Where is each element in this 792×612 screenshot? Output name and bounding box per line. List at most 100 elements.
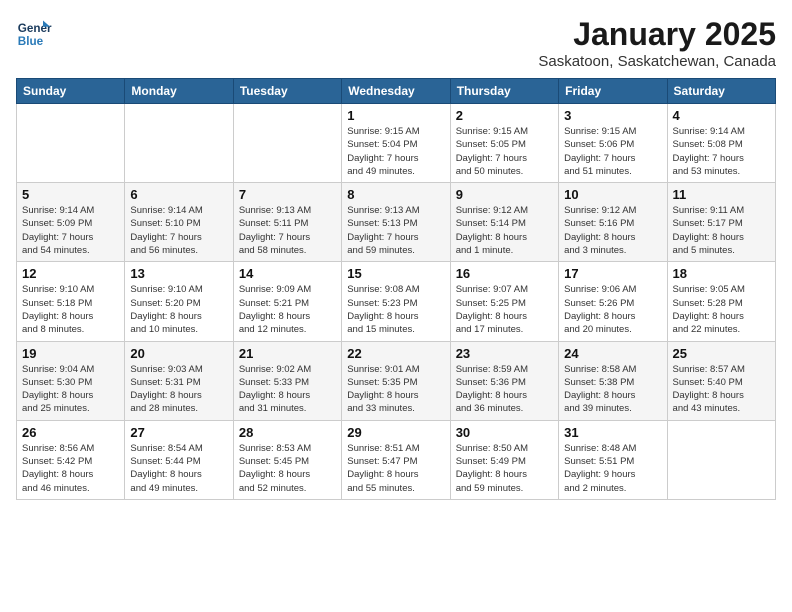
logo-icon: General Blue [16, 16, 52, 52]
calendar-week-row: 26 Sunrise: 8:56 AM Sunset: 5:42 PM Dayli… [17, 420, 776, 499]
calendar-cell: 22 Sunrise: 9:01 AM Sunset: 5:35 PM Dayli… [342, 341, 450, 420]
svg-text:Blue: Blue [18, 35, 44, 48]
calendar-cell: 29 Sunrise: 8:51 AM Sunset: 5:47 PM Dayli… [342, 420, 450, 499]
calendar-cell: 3 Sunrise: 9:15 AM Sunset: 5:06 PM Daylig… [559, 104, 667, 183]
day-info: Sunrise: 9:15 AM Sunset: 5:05 PM Dayligh… [456, 125, 553, 178]
header: General Blue January 2025 Saskatoon, Sas… [16, 16, 776, 70]
day-number: 8 [347, 187, 444, 202]
calendar-cell: 28 Sunrise: 8:53 AM Sunset: 5:45 PM Dayli… [233, 420, 341, 499]
day-number: 30 [456, 425, 553, 440]
day-info: Sunrise: 9:01 AM Sunset: 5:35 PM Dayligh… [347, 363, 444, 416]
calendar-cell: 13Sunrise: 9:10 AM Sunset: 5:20 PM Dayli… [125, 262, 233, 341]
day-info: Sunrise: 8:50 AM Sunset: 5:49 PM Dayligh… [456, 442, 553, 495]
day-number: 12 [22, 266, 119, 281]
day-number: 25 [673, 346, 770, 361]
day-info: Sunrise: 8:51 AM Sunset: 5:47 PM Dayligh… [347, 442, 444, 495]
day-info: Sunrise: 8:53 AM Sunset: 5:45 PM Dayligh… [239, 442, 336, 495]
calendar-cell: 11 Sunrise: 9:11 AM Sunset: 5:17 PM Dayli… [667, 183, 775, 262]
day-info: Sunrise: 9:13 AM Sunset: 5:11 PM Dayligh… [239, 204, 336, 257]
day-number: 7 [239, 187, 336, 202]
day-number: 20 [130, 346, 227, 361]
day-info: Sunrise: 9:08 AM Sunset: 5:23 PM Dayligh… [347, 283, 444, 336]
calendar-cell: 27Sunrise: 8:54 AM Sunset: 5:44 PM Dayli… [125, 420, 233, 499]
calendar-cell: 7 Sunrise: 9:13 AM Sunset: 5:11 PM Daylig… [233, 183, 341, 262]
calendar-cell [17, 104, 125, 183]
calendar-header-row: SundayMondayTuesdayWednesdayThursdayFrid… [17, 79, 776, 104]
day-info: Sunrise: 8:59 AM Sunset: 5:36 PM Dayligh… [456, 363, 553, 416]
day-number: 6 [130, 187, 227, 202]
day-number: 29 [347, 425, 444, 440]
calendar-cell: 6 Sunrise: 9:14 AM Sunset: 5:10 PM Daylig… [125, 183, 233, 262]
day-number: 24 [564, 346, 661, 361]
day-number: 17 [564, 266, 661, 281]
day-info: Sunrise: 8:56 AM Sunset: 5:42 PM Dayligh… [22, 442, 119, 495]
day-info: Sunrise: 9:14 AM Sunset: 5:10 PM Dayligh… [130, 204, 227, 257]
day-info: Sunrise: 9:09 AM Sunset: 5:21 PM Dayligh… [239, 283, 336, 336]
day-info: Sunrise: 9:02 AM Sunset: 5:33 PM Dayligh… [239, 363, 336, 416]
day-info: Sunrise: 9:04 AM Sunset: 5:30 PM Dayligh… [22, 363, 119, 416]
day-number: 31 [564, 425, 661, 440]
day-of-week-header: Thursday [450, 79, 558, 104]
location-subtitle: Saskatoon, Saskatchewan, Canada [538, 53, 776, 70]
calendar-cell: 25 Sunrise: 8:57 AM Sunset: 5:40 PM Dayli… [667, 341, 775, 420]
day-number: 19 [22, 346, 119, 361]
logo: General Blue [16, 16, 52, 52]
calendar-cell: 5 Sunrise: 9:14 AM Sunset: 5:09 PM Daylig… [17, 183, 125, 262]
month-title: January 2025 [538, 16, 776, 53]
day-info: Sunrise: 9:12 AM Sunset: 5:14 PM Dayligh… [456, 204, 553, 257]
day-info: Sunrise: 9:07 AM Sunset: 5:25 PM Dayligh… [456, 283, 553, 336]
calendar-cell: 19 Sunrise: 9:04 AM Sunset: 5:30 PM Dayli… [17, 341, 125, 420]
day-info: Sunrise: 9:15 AM Sunset: 5:06 PM Dayligh… [564, 125, 661, 178]
day-number: 27 [130, 425, 227, 440]
calendar-cell: 24 Sunrise: 8:58 AM Sunset: 5:38 PM Dayli… [559, 341, 667, 420]
day-info: Sunrise: 9:13 AM Sunset: 5:13 PM Dayligh… [347, 204, 444, 257]
calendar-cell: 20 Sunrise: 9:03 AM Sunset: 5:31 PM Dayli… [125, 341, 233, 420]
title-area: January 2025 Saskatoon, Saskatchewan, Ca… [538, 16, 776, 70]
day-info: Sunrise: 8:58 AM Sunset: 5:38 PM Dayligh… [564, 363, 661, 416]
day-number: 11 [673, 187, 770, 202]
calendar-cell: 23 Sunrise: 8:59 AM Sunset: 5:36 PM Dayli… [450, 341, 558, 420]
calendar-cell [667, 420, 775, 499]
day-of-week-header: Monday [125, 79, 233, 104]
day-info: Sunrise: 9:03 AM Sunset: 5:31 PM Dayligh… [130, 363, 227, 416]
day-number: 10 [564, 187, 661, 202]
calendar-cell: 9Sunrise: 9:12 AM Sunset: 5:14 PM Daylig… [450, 183, 558, 262]
calendar-cell: 30 Sunrise: 8:50 AM Sunset: 5:49 PM Dayli… [450, 420, 558, 499]
calendar-cell: 21Sunrise: 9:02 AM Sunset: 5:33 PM Dayli… [233, 341, 341, 420]
calendar-cell: 4 Sunrise: 9:14 AM Sunset: 5:08 PM Daylig… [667, 104, 775, 183]
day-number: 3 [564, 108, 661, 123]
day-info: Sunrise: 9:10 AM Sunset: 5:18 PM Dayligh… [22, 283, 119, 336]
day-info: Sunrise: 9:14 AM Sunset: 5:09 PM Dayligh… [22, 204, 119, 257]
day-info: Sunrise: 9:14 AM Sunset: 5:08 PM Dayligh… [673, 125, 770, 178]
day-of-week-header: Tuesday [233, 79, 341, 104]
day-number: 28 [239, 425, 336, 440]
day-info: Sunrise: 9:12 AM Sunset: 5:16 PM Dayligh… [564, 204, 661, 257]
calendar-cell: 16 Sunrise: 9:07 AM Sunset: 5:25 PM Dayli… [450, 262, 558, 341]
day-number: 2 [456, 108, 553, 123]
calendar-cell: 17 Sunrise: 9:06 AM Sunset: 5:26 PM Dayli… [559, 262, 667, 341]
day-number: 4 [673, 108, 770, 123]
calendar-table: SundayMondayTuesdayWednesdayThursdayFrid… [16, 78, 776, 500]
day-number: 18 [673, 266, 770, 281]
day-info: Sunrise: 8:57 AM Sunset: 5:40 PM Dayligh… [673, 363, 770, 416]
day-info: Sunrise: 8:48 AM Sunset: 5:51 PM Dayligh… [564, 442, 661, 495]
calendar-cell: 31 Sunrise: 8:48 AM Sunset: 5:51 PM Dayli… [559, 420, 667, 499]
calendar-cell [233, 104, 341, 183]
calendar-cell: 10 Sunrise: 9:12 AM Sunset: 5:16 PM Dayli… [559, 183, 667, 262]
calendar-cell: 12 Sunrise: 9:10 AM Sunset: 5:18 PM Dayli… [17, 262, 125, 341]
day-of-week-header: Wednesday [342, 79, 450, 104]
day-number: 14 [239, 266, 336, 281]
day-number: 15 [347, 266, 444, 281]
day-number: 23 [456, 346, 553, 361]
day-number: 16 [456, 266, 553, 281]
calendar-cell: 2 Sunrise: 9:15 AM Sunset: 5:05 PM Daylig… [450, 104, 558, 183]
day-info: Sunrise: 9:06 AM Sunset: 5:26 PM Dayligh… [564, 283, 661, 336]
day-number: 22 [347, 346, 444, 361]
day-info: Sunrise: 9:11 AM Sunset: 5:17 PM Dayligh… [673, 204, 770, 257]
day-number: 5 [22, 187, 119, 202]
day-number: 26 [22, 425, 119, 440]
calendar-cell: 1Sunrise: 9:15 AM Sunset: 5:04 PM Daylig… [342, 104, 450, 183]
calendar-cell: 15 Sunrise: 9:08 AM Sunset: 5:23 PM Dayli… [342, 262, 450, 341]
calendar-week-row: 12 Sunrise: 9:10 AM Sunset: 5:18 PM Dayli… [17, 262, 776, 341]
day-number: 13 [130, 266, 227, 281]
